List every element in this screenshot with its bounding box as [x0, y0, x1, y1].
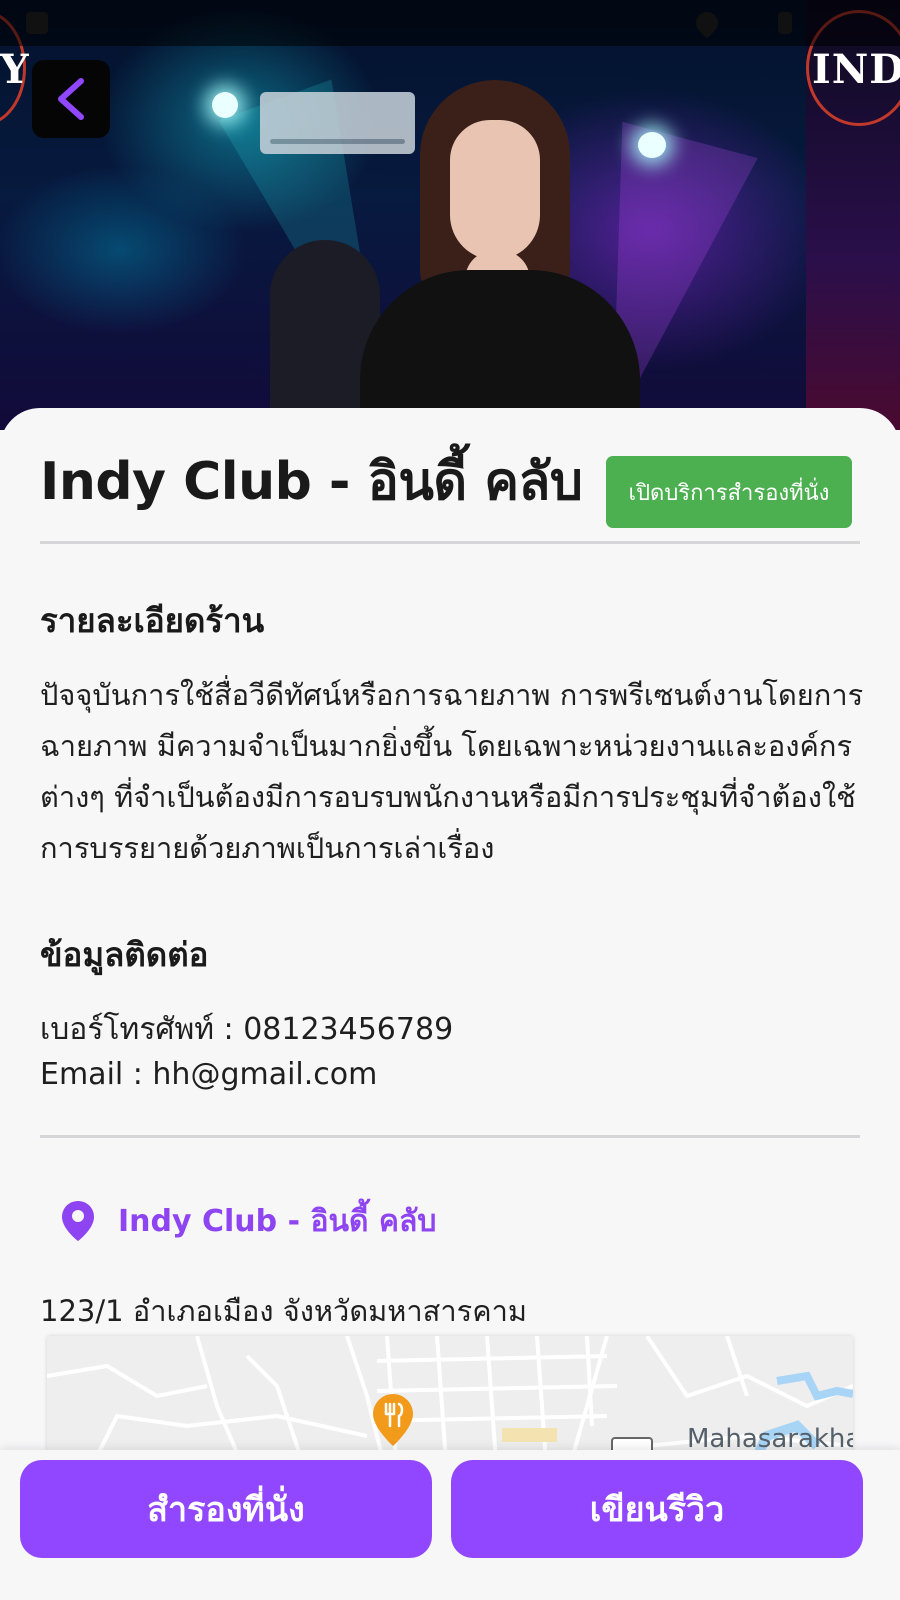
- reserve-seat-button[interactable]: สำรองที่นั่ง: [20, 1460, 432, 1558]
- status-bar: [0, 0, 900, 46]
- location-link[interactable]: Indy Club - อินดี้ คลับ: [60, 1196, 436, 1246]
- phone-number[interactable]: เบอร์โทรศัพท์ : 08123456789: [40, 1006, 453, 1053]
- divider: [40, 1135, 860, 1138]
- contact-heading: ข้อมูลติดต่อ: [40, 935, 209, 974]
- divider: [40, 541, 860, 544]
- club-logo-text: INDY: [812, 46, 900, 93]
- title-row: Indy Club - อินดี้ คลับ เปิดบริการสำรองท…: [40, 450, 860, 540]
- battery-icon: [778, 12, 792, 34]
- email-address[interactable]: Email : hh@gmail.com: [40, 1057, 377, 1092]
- hero-image: INDY Y: [0, 0, 900, 430]
- chevron-left-icon: [58, 78, 84, 120]
- notification-icon: [26, 12, 48, 34]
- details-heading: รายละเอียดร้าน: [40, 601, 265, 640]
- back-button[interactable]: [32, 60, 110, 138]
- dj-person: [340, 70, 660, 430]
- wifi-icon: [691, 7, 723, 39]
- stage-light: [212, 92, 238, 118]
- club-logo-left-text: Y: [0, 46, 29, 93]
- address-text: 123/1 อำเภอเมือง จังหวัดมหาสารคาม: [40, 1294, 528, 1328]
- place-title: Indy Club - อินดี้ คลับ: [40, 452, 583, 512]
- bottom-action-bar: สำรองที่นั่ง เขียนรีวิว: [0, 1450, 900, 1600]
- location-name: Indy Club - อินดี้ คลับ: [118, 1203, 437, 1239]
- write-review-button[interactable]: เขียนรีวิว: [451, 1460, 863, 1558]
- reservation-status-badge[interactable]: เปิดบริการสำรองที่นั่ง: [606, 456, 852, 528]
- restaurant-marker-icon[interactable]: [371, 1392, 415, 1448]
- map-pin-icon: [62, 1201, 94, 1241]
- description-text: ปัจจุบันการใช้สื่อวีดีทัศน์หรือการฉายภาพ…: [40, 678, 864, 865]
